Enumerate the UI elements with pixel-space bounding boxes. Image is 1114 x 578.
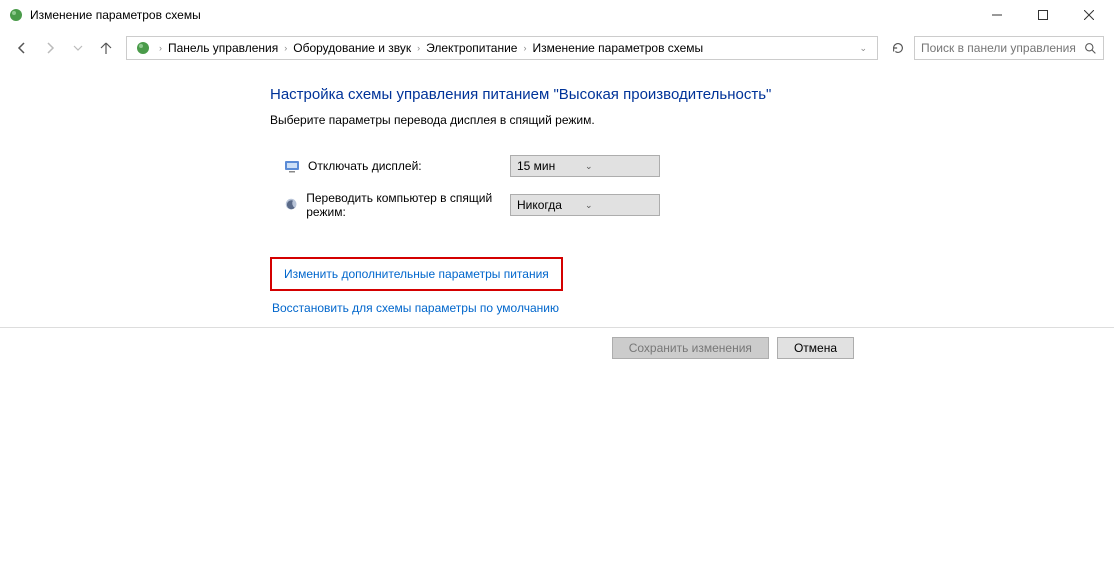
chevron-down-icon: ⌄ <box>585 200 653 211</box>
location-icon <box>135 40 151 56</box>
setting-label: Переводить компьютер в спящий режим: <box>306 191 510 219</box>
advanced-settings-link[interactable]: Изменить дополнительные параметры питани… <box>284 267 549 281</box>
page-heading: Настройка схемы управления питанием "Выс… <box>270 86 1114 103</box>
breadcrumb-item[interactable]: Панель управления <box>166 41 280 55</box>
sleep-timeout-dropdown[interactable]: Никогда ⌄ <box>510 194 660 216</box>
chevron-down-icon: ⌄ <box>585 161 653 172</box>
dropdown-value: Никогда <box>517 198 585 212</box>
search-box[interactable] <box>914 36 1104 60</box>
breadcrumb-item[interactable]: Электропитание <box>424 41 519 55</box>
page-subheading: Выберите параметры перевода дисплея в сп… <box>270 113 1114 127</box>
refresh-button[interactable] <box>886 36 910 60</box>
display-off-icon <box>284 158 300 174</box>
cancel-button[interactable]: Отмена <box>777 337 854 359</box>
breadcrumb-item[interactable]: Изменение параметров схемы <box>530 41 705 55</box>
setting-row: Переводить компьютер в спящий режим: Ник… <box>270 191 1114 219</box>
title-bar: Изменение параметров схемы <box>0 0 1114 30</box>
address-bar[interactable]: › Панель управления › Оборудование и зву… <box>126 36 878 60</box>
nav-bar: › Панель управления › Оборудование и зву… <box>0 30 1114 66</box>
search-input[interactable] <box>921 41 1084 55</box>
save-button: Сохранить изменения <box>612 337 769 359</box>
setting-label: Отключать дисплей: <box>308 159 422 173</box>
highlighted-box: Изменить дополнительные параметры питани… <box>270 257 563 291</box>
recent-dropdown-icon[interactable] <box>66 36 90 60</box>
forward-button[interactable] <box>38 36 62 60</box>
up-button[interactable] <box>94 36 118 60</box>
restore-defaults-link[interactable]: Восстановить для схемы параметры по умол… <box>272 301 559 315</box>
back-button[interactable] <box>10 36 34 60</box>
chevron-right-icon: › <box>413 43 424 53</box>
content-area: Настройка схемы управления питанием "Выс… <box>0 66 1114 315</box>
chevron-right-icon: › <box>155 43 166 53</box>
window-title: Изменение параметров схемы <box>30 8 974 22</box>
maximize-button[interactable] <box>1020 0 1066 30</box>
chevron-right-icon: › <box>519 43 530 53</box>
breadcrumb-item[interactable]: Оборудование и звук <box>291 41 413 55</box>
sleep-icon <box>284 197 298 213</box>
setting-row: Отключать дисплей: 15 мин ⌄ <box>270 155 1114 177</box>
close-button[interactable] <box>1066 0 1112 30</box>
search-icon[interactable] <box>1084 42 1097 55</box>
app-icon <box>8 7 24 23</box>
dropdown-value: 15 мин <box>517 159 585 173</box>
footer: Сохранить изменения Отмена <box>0 328 1114 368</box>
display-timeout-dropdown[interactable]: 15 мин ⌄ <box>510 155 660 177</box>
minimize-button[interactable] <box>974 0 1020 30</box>
chevron-right-icon: › <box>280 43 291 53</box>
chevron-down-icon[interactable]: ⌄ <box>853 43 873 54</box>
